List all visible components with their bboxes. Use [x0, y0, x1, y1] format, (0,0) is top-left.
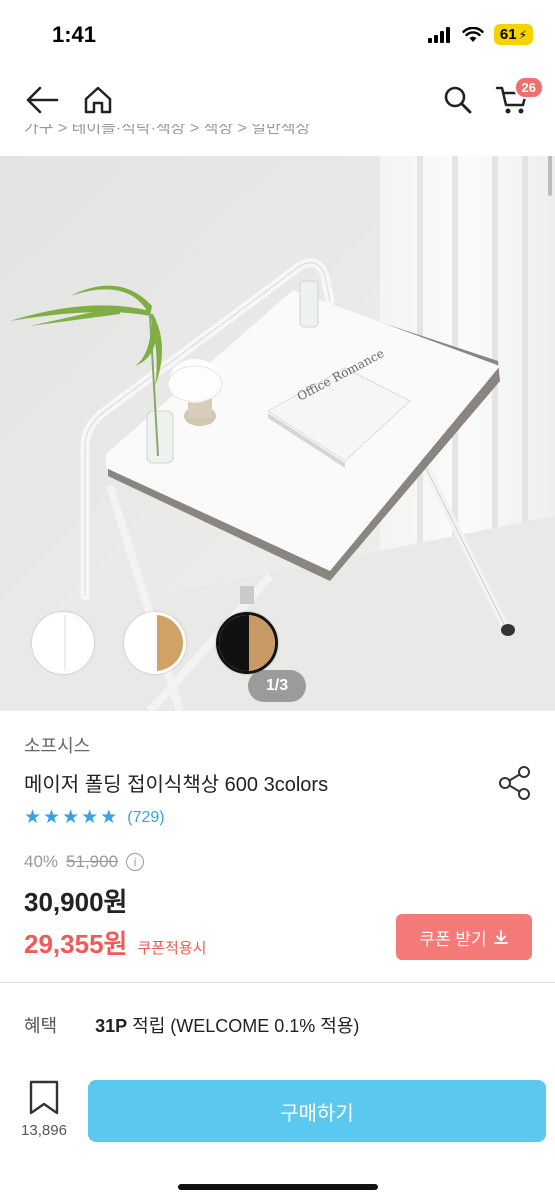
- bottom-action-bar: 13,896 구매하기: [0, 1070, 555, 1200]
- color-swatch-black-wood[interactable]: [216, 612, 278, 674]
- share-icon: [499, 766, 530, 800]
- color-swatch-white[interactable]: [32, 612, 94, 674]
- download-icon: [493, 930, 508, 944]
- back-arrow-icon: [26, 86, 59, 114]
- sale-price: 30,900원: [24, 887, 128, 917]
- info-icon[interactable]: i: [126, 853, 145, 871]
- star-icon: ★: [43, 807, 61, 828]
- get-coupon-button[interactable]: 쿠폰 받기: [396, 914, 532, 960]
- home-icon: [84, 86, 112, 114]
- status-time: 1:41: [52, 22, 97, 47]
- star-icon: ★: [24, 807, 42, 828]
- original-price: 51,900: [66, 852, 119, 871]
- discount-rate: 40%: [24, 852, 59, 871]
- cart-count-badge: 26: [513, 76, 544, 99]
- share-button[interactable]: [496, 764, 534, 802]
- star-icon: ★: [81, 807, 99, 828]
- discount-row: 40% 51,900 i: [24, 852, 145, 872]
- product-title: 메이저 폴딩 접이식책상 600 3colors: [24, 774, 329, 796]
- get-coupon-label: 쿠폰 받기: [419, 929, 487, 949]
- swatch-white-fill: [35, 615, 91, 671]
- benefit-value: 31P 적립 (WELCOME 0.1% 적용): [95, 1012, 359, 1038]
- status-icons: 61 ⚡: [427, 24, 533, 45]
- section-divider: [0, 982, 555, 983]
- coupon-price: 29,355원: [24, 929, 128, 959]
- coupon-price-note: 쿠폰적용시: [137, 940, 207, 957]
- benefit-text: 적립 (WELCOME 0.1% 적용): [127, 1016, 360, 1036]
- home-button[interactable]: [78, 80, 118, 120]
- swatch-black-wood-fill: [219, 615, 275, 671]
- charging-icon: ⚡: [518, 27, 527, 42]
- benefit-row: 혜택 31P 적립 (WELCOME 0.1% 적용): [24, 1012, 359, 1038]
- page-scrollbar[interactable]: [548, 156, 552, 196]
- home-indicator: [178, 1184, 378, 1190]
- top-nav: 26: [0, 70, 555, 128]
- signal-icon: [427, 26, 450, 43]
- breadcrumb[interactable]: 가구 > 테이블·식탁·책상 > 책상 > 일반책상: [24, 124, 310, 134]
- back-button[interactable]: [22, 80, 62, 120]
- swatch-white-wood-fill: [127, 615, 183, 671]
- buy-button[interactable]: 구매하기: [88, 1080, 546, 1142]
- coupon-price-row: 29,355원 쿠폰적용시: [24, 924, 206, 961]
- battery-level: 61: [499, 26, 517, 43]
- battery-indicator: 61 ⚡: [493, 24, 533, 45]
- cart-button[interactable]: 26: [492, 76, 544, 120]
- color-swatch-white-wood[interactable]: [124, 612, 186, 674]
- search-icon: [444, 86, 472, 114]
- search-button[interactable]: [438, 80, 478, 120]
- wishlist-count: 13,896: [21, 1122, 67, 1139]
- star-icon: ★: [62, 807, 80, 828]
- wishlist-button[interactable]: 13,896: [14, 1080, 74, 1160]
- benefit-points: 31P: [95, 1016, 128, 1036]
- image-counter: 1/3: [248, 670, 306, 702]
- brand-name[interactable]: 소프시스: [24, 732, 90, 758]
- status-bar: 1:41 61 ⚡: [0, 0, 555, 70]
- review-count[interactable]: (729): [127, 809, 164, 827]
- wifi-icon: [462, 26, 484, 42]
- star-icon: ★: [100, 807, 118, 828]
- rating[interactable]: ★ ★ ★ ★ ★ (729): [24, 806, 165, 829]
- benefit-label: 혜택: [24, 1016, 58, 1036]
- bookmark-icon: [29, 1080, 59, 1115]
